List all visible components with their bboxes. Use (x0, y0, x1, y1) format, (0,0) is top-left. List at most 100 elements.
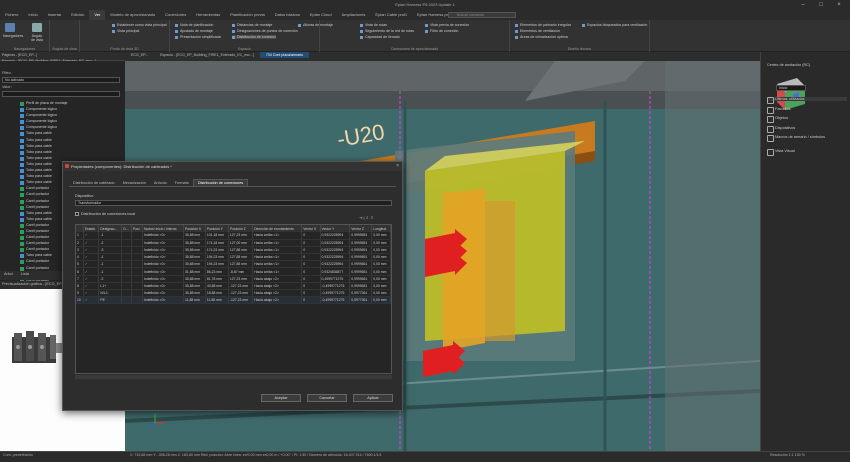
table-cell[interactable]: 0,9999651 (349, 267, 373, 276)
table-cell[interactable]: ✓ (83, 289, 100, 298)
table-cell[interactable]: 127,88 mm (228, 253, 254, 262)
table-cell[interactable]: Hacia arriba <1> (252, 232, 303, 240)
apply-button[interactable]: Aplicar (353, 394, 393, 402)
table-cell[interactable]: 0,9999651 (349, 260, 373, 269)
dtab-machining[interactable]: Mecanización (119, 180, 150, 186)
table-cell[interactable]: 40,88 mm (205, 282, 229, 291)
view-tab-cabinet[interactable]: 734 Cont placa/armario (259, 52, 310, 58)
connection-filter-button[interactable]: Filtro de conexión (425, 29, 458, 33)
table-cell[interactable]: 9 (76, 289, 84, 298)
table-cell[interactable]: 0,00 mm (371, 267, 391, 276)
maximize-button[interactable]: □ (813, 1, 829, 9)
table-cell[interactable]: 0 (301, 289, 321, 298)
table-cell[interactable]: Indefinido <0> (142, 260, 184, 269)
navigators-button[interactable]: Navegadores (3, 23, 23, 41)
table-cell[interactable]: 0 (301, 239, 321, 247)
tab-tree[interactable]: Árbol (0, 271, 17, 277)
menu-tab-master-data[interactable]: Datos básicos (270, 10, 305, 20)
table-row[interactable]: 3 ✓ -3 Indefinido <0> 35,88 mm 174,23 mm 127,8… (76, 246, 391, 255)
table-cell[interactable]: 3 (76, 246, 84, 255)
table-cell[interactable]: Hacia arriba <1> (252, 260, 303, 269)
column-header[interactable]: D... (121, 225, 132, 232)
table-cell[interactable]: -8,87 mm (228, 267, 254, 276)
filter-select[interactable]: No activado (2, 77, 120, 83)
main-view-button[interactable]: Vista principal (112, 29, 139, 33)
menu-tab-provision[interactable]: Modelo de aprovisionado (105, 10, 160, 20)
table-cell[interactable]: ✓ (83, 296, 100, 305)
table-cell[interactable]: 35,88 mm (183, 253, 206, 262)
table-cell[interactable]: 127,88 mm (228, 246, 254, 255)
table-cell[interactable] (131, 282, 143, 291)
table-cell[interactable]: Indefinido <0> (142, 275, 184, 283)
table-cell[interactable]: ✓ (83, 239, 100, 247)
table-cell[interactable]: PE (98, 296, 123, 305)
table-cell[interactable]: 0,00 mm (371, 239, 391, 247)
table-row[interactable]: 9 ✓ N/L2- Indefinido <0> 35,88 mm 18,88 mm -12… (76, 289, 391, 298)
table-cell[interactable] (131, 246, 143, 255)
simplified-view-button[interactable]: Presentación simplificada (175, 35, 221, 39)
table-cell[interactable]: Indefinido <0> (142, 246, 184, 255)
table-cell[interactable]: 0 (301, 232, 321, 240)
table-cell[interactable] (131, 296, 143, 305)
table-cell[interactable]: 6 (76, 267, 84, 276)
connection-preview-button[interactable]: Vista previa de conexión (425, 23, 469, 27)
table-cell[interactable] (131, 260, 143, 269)
table-cell[interactable]: Indefinido <0> (142, 239, 184, 247)
route-view-button[interactable]: Vista de rutas (360, 23, 387, 27)
table-cell[interactable]: 0,00 mm (371, 232, 391, 240)
table-cell[interactable]: 0 (301, 246, 321, 255)
table-cell[interactable] (131, 253, 143, 262)
table-cell[interactable] (121, 296, 132, 305)
menu-tab-cloud[interactable]: Eplan Cloud (305, 10, 337, 20)
table-cell[interactable]: 0 (301, 275, 321, 283)
menu-tab-connections[interactable]: Conexiones (160, 10, 191, 20)
table-cell[interactable]: 0 (301, 296, 321, 305)
table-cell[interactable]: 35,88 mm (183, 275, 206, 283)
table-cell[interactable]: 4 (76, 253, 84, 262)
table-cell[interactable] (131, 289, 143, 298)
table-cell[interactable]: 0,00 mm (371, 246, 391, 255)
column-header[interactable]: Dirección de enrutamiento (252, 225, 303, 232)
table-cell[interactable]: 0,9999651 (349, 246, 373, 255)
table-cell[interactable]: Hacia abajo <2> (252, 289, 303, 298)
table-cell[interactable]: 86,23 mm (205, 267, 229, 276)
column-header[interactable]: Estado (83, 225, 100, 232)
table-cell[interactable] (121, 239, 132, 247)
table-cell[interactable]: 127,23 mm (228, 275, 254, 283)
table-cell[interactable]: ✓ (83, 246, 100, 255)
table-cell[interactable]: ✓ (83, 253, 100, 262)
accept-button[interactable]: Aceptar (261, 394, 301, 402)
table-row[interactable]: 1 ✓ -1 Indefinido <0> 35,88 mm 101,18 mm 127,2… (76, 232, 391, 240)
table-cell[interactable]: 0,9324836877 (320, 267, 351, 276)
menu-tab-tools[interactable]: Herramientas (191, 10, 225, 20)
planning-note-button[interactable]: Nota de planificación (175, 23, 213, 27)
column-header[interactable]: Posición Z (228, 225, 254, 232)
table-cell[interactable]: -0,4999771275 (320, 282, 351, 291)
table-cell[interactable]: Hacia arriba <1> (252, 246, 303, 255)
view-angle-button[interactable]: Ángulo de vista (30, 23, 44, 42)
table-row[interactable]: 2 ✓ -2 Indefinido <0> 35,88 mm 174,18 mm 127,0… (76, 239, 391, 247)
table-row[interactable]: 8 ✓ L1+ Indefinido <0> 35,88 mm 40,88 mm -127,… (76, 282, 391, 291)
table-cell[interactable]: Hacia arriba <1> (252, 239, 303, 247)
column-header[interactable]: Vector X (301, 225, 321, 232)
table-cell[interactable]: 0,00 mm (371, 282, 391, 291)
table-cell[interactable] (131, 239, 143, 247)
table-row[interactable]: 4 ✓ -1 Indefinido <0> 35,88 mm 194,23 mm 127,8… (76, 253, 391, 262)
table-cell[interactable]: -1 (98, 232, 123, 240)
menu-tab-preplanning[interactable]: Planificación previa (225, 10, 269, 20)
table-cell[interactable]: 0 (301, 282, 321, 291)
dtab-connection-distribution[interactable]: Distribución de conexiones (192, 179, 249, 186)
column-header[interactable]: Posi (131, 225, 143, 232)
table-cell[interactable]: 35,88 mm (183, 246, 206, 255)
right-dropdown[interactable]: Inicio (776, 85, 806, 91)
table-cell[interactable]: Hacia abajo <2> (252, 282, 303, 291)
dtab-format[interactable]: Formato (171, 180, 193, 186)
connection-designation-button[interactable]: Designaciones de puntos de conexión (232, 29, 298, 33)
table-cell[interactable]: ✓ (83, 260, 100, 269)
table-cell[interactable] (131, 232, 143, 240)
table-cell[interactable]: 101,18 mm (205, 232, 229, 240)
table-cell[interactable]: 0,9322225994 (320, 253, 351, 262)
table-cell[interactable]: Hacia arriba <1> (252, 267, 303, 276)
table-cell[interactable]: 10 (76, 296, 84, 305)
table-cell[interactable]: 7 (76, 275, 84, 283)
